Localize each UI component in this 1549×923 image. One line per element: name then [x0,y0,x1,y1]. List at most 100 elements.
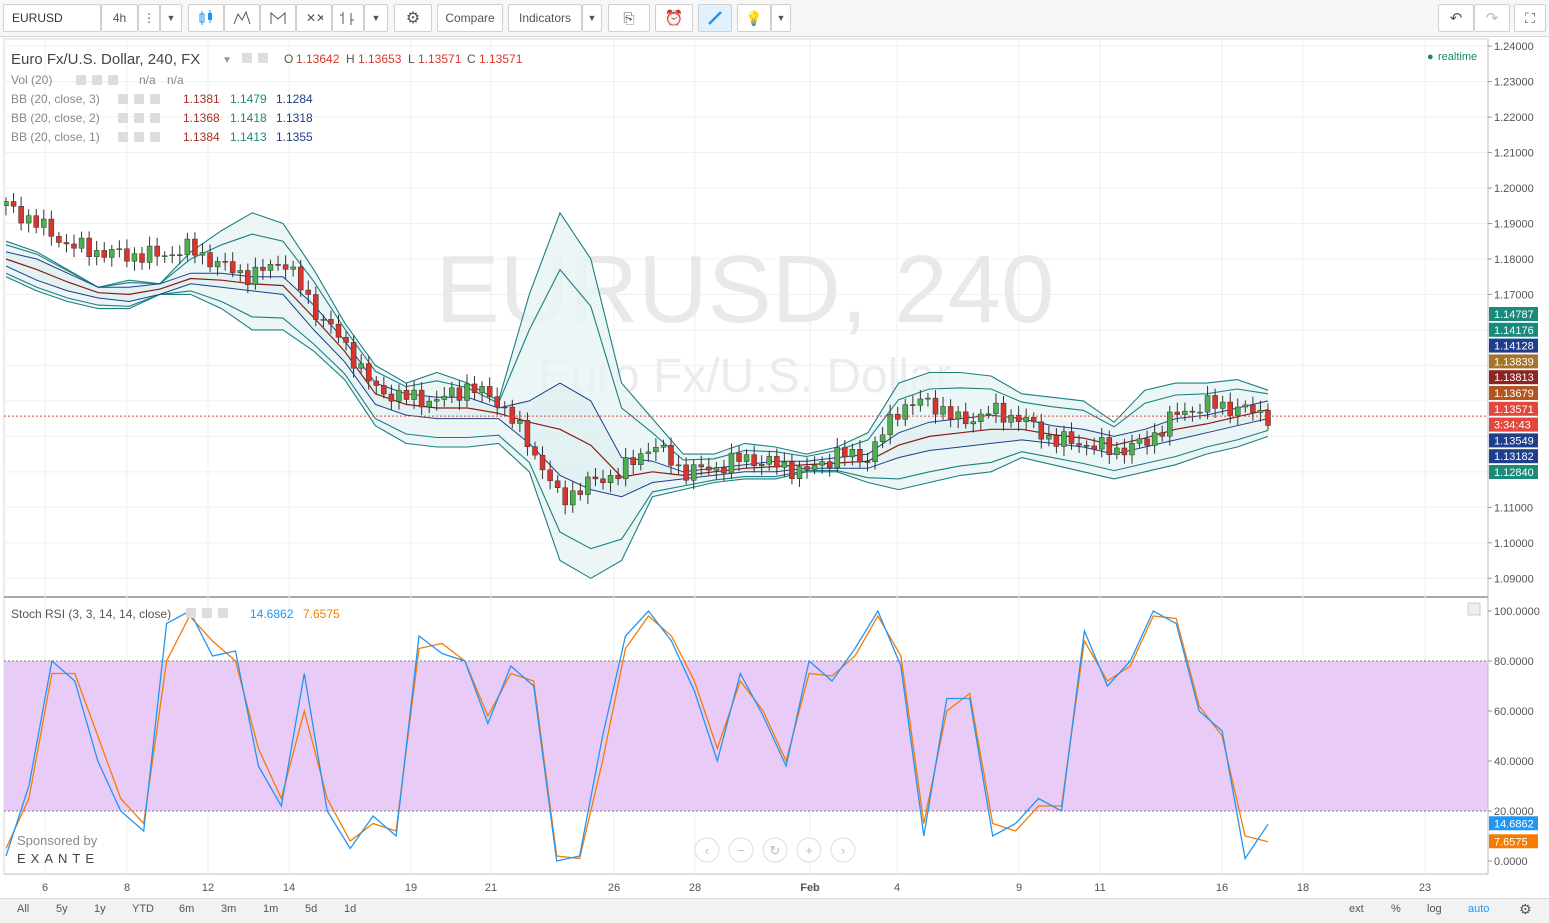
bb-legend-label[interactable]: BB (20, close, 1) [11,130,100,144]
compare-label: Compare [445,11,495,25]
alarm-add-icon[interactable]: ⏰ [655,4,693,32]
interval-select[interactable]: 4h [101,4,138,32]
ext-button[interactable]: ext [1349,903,1364,915]
range-ytd-button[interactable]: YTD [132,903,154,915]
range-1y-button[interactable]: 1y [94,903,106,915]
candle-body [207,252,213,268]
candle-body [214,261,221,268]
interval-more-icon[interactable]: ⋮ [138,4,160,32]
maximize-pane-icon[interactable] [1467,602,1481,616]
candles-icon[interactable] [188,4,224,32]
percent-button[interactable]: % [1391,903,1401,915]
bars-icon[interactable] [332,4,364,32]
range-all-button[interactable]: All [17,903,29,915]
candle-body [630,457,636,465]
candle-body [260,266,266,271]
close-icon[interactable] [218,608,228,618]
candle-body [18,205,24,224]
candle-body [343,336,349,343]
candle-body [161,255,168,257]
stoch-label[interactable]: Stoch RSI (3, 3, 14, 14, close) [11,607,171,621]
fullscreen-icon[interactable]: ⛶ [1514,4,1546,32]
gear-icon[interactable] [258,53,268,63]
bb-legend-label[interactable]: BB (20, close, 3) [11,92,100,106]
eye-icon[interactable] [242,53,252,63]
eye-icon[interactable] [118,132,128,142]
gear-icon[interactable]: ⚙ [394,4,432,32]
minus-icon: − [737,843,745,858]
candle-body [857,449,863,463]
plus-icon: + [805,843,813,858]
eye-icon[interactable] [76,75,86,85]
redo-icon[interactable]: ↷ [1474,4,1510,32]
stoch-axis[interactable]: 100.0000 80.0000 60.0000 40.0000 20.0000 0.00… [1488,606,1540,868]
candle-body [131,253,138,262]
candle-body [1106,437,1113,455]
log-button[interactable]: log [1427,903,1442,915]
indicators-shape-icon[interactable] [224,4,260,32]
range-1d-button[interactable]: 1d [344,903,356,915]
gear-icon[interactable] [92,75,102,85]
gear-icon[interactable] [134,94,144,104]
candle-body [758,463,765,466]
pattern-icon[interactable] [260,4,296,32]
brush-icon[interactable] [698,4,732,32]
legend-l-label: L [408,52,415,66]
undo-icon[interactable]: ↶ [1438,4,1474,32]
candle-body [237,270,244,274]
time-tick-label: 8 [124,882,130,894]
bb-lower-value: 1.1355 [276,130,313,144]
chevron-down-icon[interactable]: ▼ [222,55,232,66]
candle-body [910,404,916,406]
price-tick-label: 1.21000 [1494,148,1534,160]
indicators-chevron-icon[interactable]: ▼ [582,4,602,32]
gear-icon[interactable] [202,608,212,618]
candle-body [1121,447,1128,456]
candle-body [41,218,47,228]
grid-icon[interactable]: ✕✕ [296,4,332,32]
gear-icon[interactable]: ⚙ [1519,901,1532,918]
candle-body [199,252,206,256]
candle-body [1144,438,1150,446]
symbol-input[interactable]: EURUSD [3,4,101,32]
candle-body [441,395,448,400]
candle-body [728,452,735,474]
chevron-down-icon[interactable]: ▼ [160,4,182,32]
close-icon[interactable] [150,94,160,104]
lightbulb-icon[interactable]: 💡 [737,4,771,32]
indicators-button[interactable]: Indicators [508,4,582,32]
stoch-tick-label: 0.0000 [1494,856,1528,868]
chart-type-chevron-icon[interactable]: ▼ [364,4,388,32]
eye-icon[interactable] [118,94,128,104]
compare-button[interactable]: Compare [437,4,503,32]
close-icon[interactable] [150,113,160,123]
eye-icon[interactable] [118,113,128,123]
vol-label[interactable]: Vol (20) [11,73,52,87]
candle-body [494,396,500,408]
template-icon[interactable]: ⎘ [608,4,650,32]
range-3m-button[interactable]: 3m [221,903,236,915]
time-axis[interactable]: 6 8 12 14 19 21 26 28 Feb 4 9 11 16 18 23 [42,882,1431,894]
candle-body [1257,409,1264,413]
candle-body [502,406,508,409]
auto-button[interactable]: auto [1468,903,1489,915]
candle-body [282,264,289,270]
range-1m-button[interactable]: 1m [263,903,278,915]
candle-body [373,380,380,386]
price-tick-label: 1.19000 [1494,218,1534,230]
chevron-left-icon: ‹ [705,843,709,858]
gear-icon[interactable] [134,132,144,142]
bb-legend-label[interactable]: BB (20, close, 2) [11,111,100,125]
range-6m-button[interactable]: 6m [179,903,194,915]
chart-canvas[interactable]: EURUSD, 240 Euro Fx/U.S. Dollar 1.240001… [0,37,1549,899]
chart-area[interactable]: EURUSD, 240 Euro Fx/U.S. Dollar 1.24000 1… [0,37,1549,899]
eye-icon[interactable] [186,608,196,618]
ideas-chevron-icon[interactable]: ▼ [771,4,791,32]
gear-icon[interactable] [134,113,144,123]
range-5d-button[interactable]: 5d [305,903,317,915]
range-5y-button[interactable]: 5y [56,903,68,915]
price-tag-label: 1.14787 [1494,309,1534,321]
candle-body [1091,445,1097,450]
close-icon[interactable] [150,132,160,142]
close-icon[interactable] [108,75,118,85]
